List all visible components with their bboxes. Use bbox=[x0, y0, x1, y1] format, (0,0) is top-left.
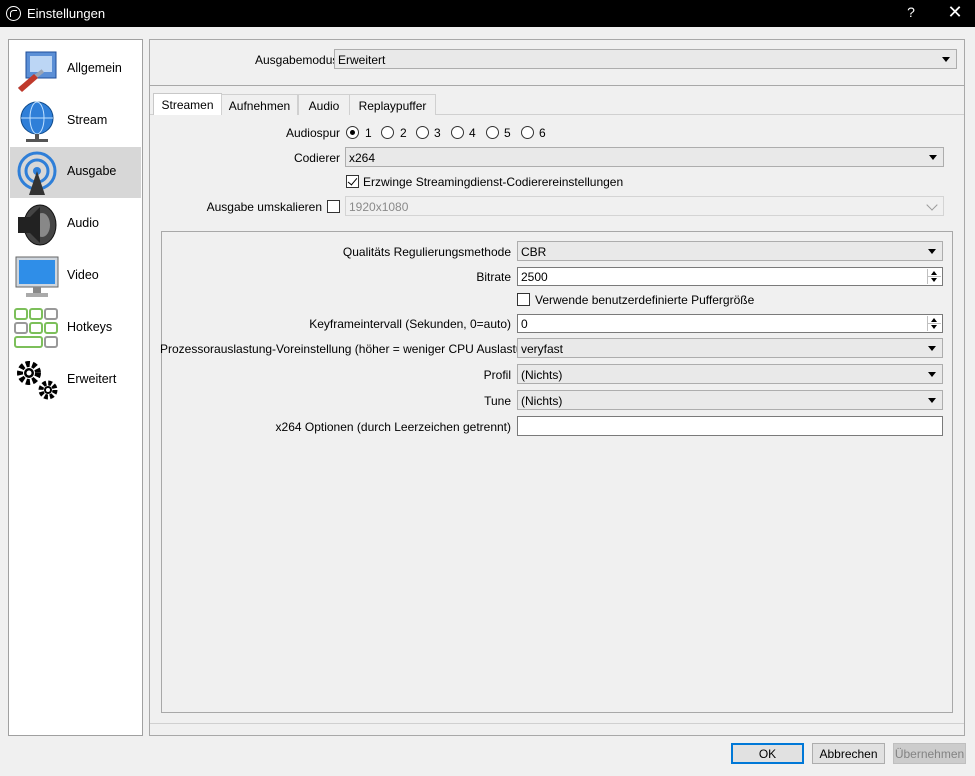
audio-track-radio-6[interactable] bbox=[521, 126, 534, 139]
rescale-checkbox[interactable] bbox=[327, 200, 340, 213]
chevron-down-icon bbox=[931, 278, 937, 282]
preset-value: veryfast bbox=[521, 342, 564, 356]
encoder-label: Codierer bbox=[293, 151, 340, 165]
profile-value: (Nichts) bbox=[521, 368, 563, 382]
output-mode-value: Erweitert bbox=[338, 53, 386, 67]
sidebar-item-label: Video bbox=[67, 268, 99, 282]
obs-logo-icon bbox=[6, 6, 21, 21]
rate-control-value: CBR bbox=[521, 245, 547, 259]
preset-select[interactable]: veryfast bbox=[517, 338, 943, 358]
audio-track-option-label: 3 bbox=[434, 126, 441, 140]
window-title: Einstellungen bbox=[27, 6, 106, 21]
general-tools-icon bbox=[17, 51, 57, 92]
audio-track-option-label: 5 bbox=[504, 126, 511, 140]
keyframe-value: 0 bbox=[521, 317, 528, 331]
tune-value: (Nichts) bbox=[521, 394, 563, 408]
bitrate-input[interactable]: 2500 bbox=[517, 267, 943, 286]
monitor-icon bbox=[15, 256, 59, 297]
bitrate-value: 2500 bbox=[521, 270, 548, 284]
tab-streamen[interactable]: Streamen bbox=[153, 93, 222, 115]
tab-audio[interactable]: Audio bbox=[298, 94, 350, 115]
audio-track-radio-3[interactable] bbox=[416, 126, 429, 139]
panel-footer-strip bbox=[150, 723, 964, 735]
sidebar-item-allgemein[interactable]: Allgemein bbox=[10, 44, 141, 95]
custom-buffer-label: Verwende benutzerdefinierte Puffergröße bbox=[535, 293, 755, 307]
sidebar-item-stream[interactable]: Stream bbox=[10, 96, 141, 147]
audio-track-option-label: 1 bbox=[365, 126, 372, 140]
tab-aufnehmen[interactable]: Aufnehmen bbox=[221, 94, 298, 115]
x264-options-label: x264 Optionen (durch Leerzeichen getrenn… bbox=[275, 420, 511, 434]
close-button[interactable]: ✕ bbox=[945, 2, 965, 24]
sidebar-item-label: Erweitert bbox=[67, 372, 117, 386]
globe-network-icon bbox=[20, 101, 54, 142]
enforce-service-label: Erzwinge Streamingdienst-Codierereinstel… bbox=[363, 175, 624, 189]
preset-label: Prozessorauslastung-Voreinstellung (höhe… bbox=[160, 342, 540, 356]
chevron-down-icon bbox=[928, 372, 936, 377]
chevron-down-icon bbox=[928, 346, 936, 351]
audio-track-option-label: 6 bbox=[539, 126, 546, 140]
profile-select[interactable]: (Nichts) bbox=[517, 364, 943, 384]
chevron-up-icon bbox=[931, 271, 937, 275]
custom-buffer-checkbox[interactable] bbox=[517, 293, 530, 306]
enforce-service-checkbox[interactable] bbox=[346, 175, 359, 188]
chevron-down-icon bbox=[931, 325, 937, 329]
gears-icon bbox=[17, 361, 58, 400]
rate-control-label: Qualitäts Regulierungsmethode bbox=[342, 245, 511, 259]
tune-label: Tune bbox=[484, 394, 511, 408]
sidebar-item-ausgabe[interactable]: Ausgabe bbox=[10, 147, 141, 198]
keyboard-keys-icon bbox=[14, 308, 58, 348]
apply-button[interactable]: Übernehmen bbox=[893, 743, 966, 764]
encoder-select[interactable]: x264 bbox=[345, 147, 944, 167]
chevron-down-icon bbox=[928, 249, 936, 254]
x264-options-input[interactable] bbox=[517, 416, 943, 436]
chevron-down-icon bbox=[929, 155, 937, 160]
sidebar-item-label: Ausgabe bbox=[67, 164, 117, 178]
bitrate-label: Bitrate bbox=[476, 270, 511, 284]
rescale-resolution-select[interactable]: 1920x1080 bbox=[345, 196, 944, 216]
audio-track-option-label: 4 bbox=[469, 126, 476, 140]
chevron-down-icon bbox=[928, 398, 936, 403]
sidebar-item-label: Hotkeys bbox=[67, 320, 113, 334]
audio-track-radio-5[interactable] bbox=[486, 126, 499, 139]
sidebar-item-video[interactable]: Video bbox=[10, 251, 141, 302]
rescale-label: Ausgabe umskalieren bbox=[206, 200, 322, 214]
cancel-button[interactable]: Abbrechen bbox=[812, 743, 885, 764]
sidebar-item-label: Stream bbox=[67, 113, 108, 127]
rate-control-select[interactable]: CBR bbox=[517, 241, 943, 261]
chevron-down-icon bbox=[926, 199, 938, 211]
sidebar-item-hotkeys[interactable]: Hotkeys bbox=[10, 303, 141, 354]
ok-button[interactable]: OK bbox=[731, 743, 804, 764]
rescale-resolution-value: 1920x1080 bbox=[349, 200, 409, 214]
speaker-icon bbox=[18, 204, 57, 246]
bitrate-spinner[interactable] bbox=[927, 269, 941, 284]
audio-track-radio-2[interactable] bbox=[381, 126, 394, 139]
title-bar bbox=[0, 0, 975, 27]
spinner-divider bbox=[928, 323, 941, 324]
tune-select[interactable]: (Nichts) bbox=[517, 390, 943, 410]
output-mode-select[interactable]: Erweitert bbox=[334, 49, 957, 69]
spinner-divider bbox=[928, 276, 941, 277]
keyframe-input[interactable]: 0 bbox=[517, 314, 943, 333]
chevron-up-icon bbox=[931, 318, 937, 322]
keyframe-spinner[interactable] bbox=[927, 316, 941, 331]
broadcast-antenna-icon bbox=[17, 151, 57, 195]
tab-replaypuffer[interactable]: Replaypuffer bbox=[349, 94, 436, 115]
sidebar-item-audio[interactable]: Audio bbox=[10, 199, 141, 250]
help-button[interactable]: ? bbox=[903, 4, 919, 22]
sidebar-item-label: Allgemein bbox=[67, 61, 122, 75]
profile-label: Profil bbox=[483, 368, 511, 382]
audio-track-label: Audiospur bbox=[285, 126, 340, 140]
settings-sidebar: Allgemein Stream Ausgabe Audio Video Hot… bbox=[8, 39, 143, 736]
output-mode-label: Ausgabemodus bbox=[255, 53, 339, 67]
audio-track-option-label: 2 bbox=[400, 126, 407, 140]
audio-track-radio-1[interactable] bbox=[346, 126, 359, 139]
chevron-down-icon bbox=[942, 57, 950, 62]
sidebar-item-erweitert[interactable]: Erweitert bbox=[10, 355, 141, 406]
encoder-value: x264 bbox=[349, 151, 376, 165]
keyframe-label: Keyframeintervall (Sekunden, 0=auto) bbox=[309, 317, 511, 331]
audio-track-radio-4[interactable] bbox=[451, 126, 464, 139]
sidebar-item-label: Audio bbox=[67, 216, 99, 230]
